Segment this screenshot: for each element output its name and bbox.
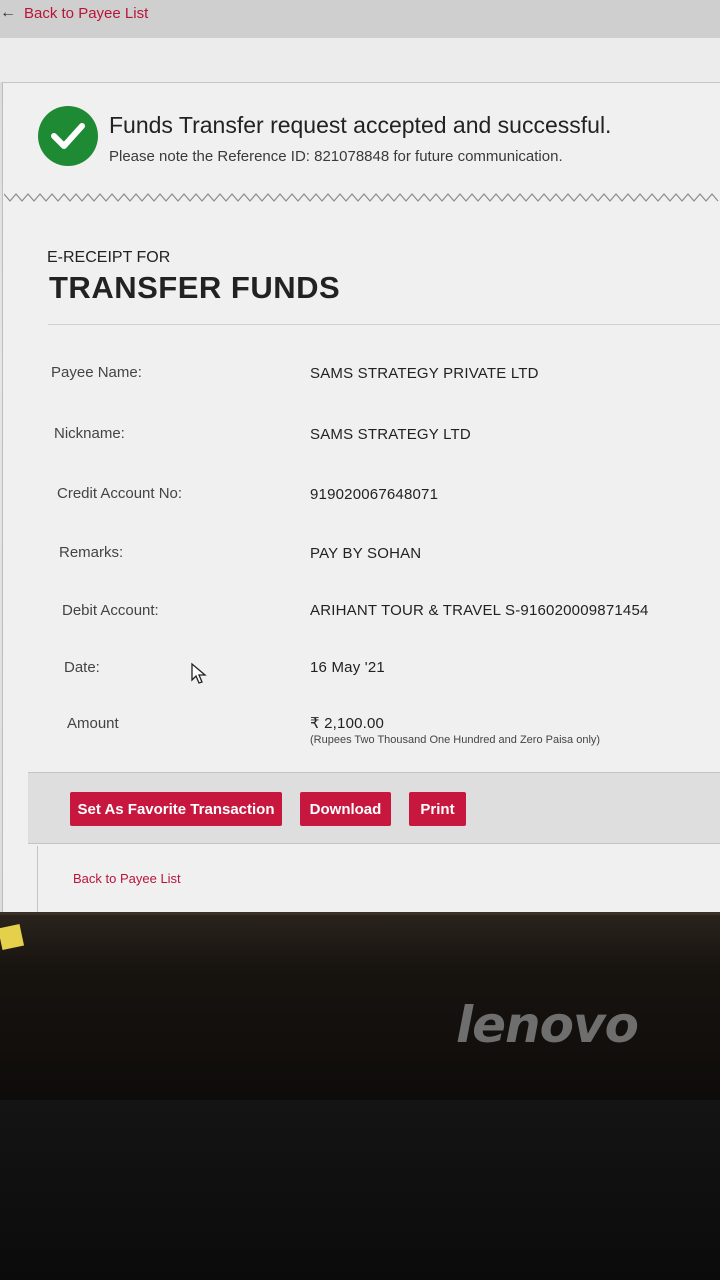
set-as-favorite-button[interactable]: Set As Favorite Transaction bbox=[70, 792, 282, 826]
monitor-brand-logo: lenovo bbox=[456, 996, 639, 1054]
success-title: Funds Transfer request accepted and succ… bbox=[109, 112, 612, 138]
date-label: Date: bbox=[64, 659, 100, 676]
heading-divider bbox=[48, 324, 720, 325]
check-circle-icon bbox=[38, 106, 98, 166]
nickname-label: Nickname: bbox=[54, 425, 125, 442]
credit-account-label: Credit Account No: bbox=[57, 485, 183, 502]
sticky-note bbox=[0, 923, 25, 951]
print-button[interactable]: Print bbox=[409, 792, 466, 826]
footer-border bbox=[37, 846, 38, 912]
nickname-value: SAMS STRATEGY LTD bbox=[310, 426, 471, 443]
desk-surface bbox=[0, 1100, 720, 1280]
amount-value: ₹ 2,100.00 bbox=[310, 715, 385, 732]
back-to-payee-list-link-bottom[interactable]: Back to Payee List bbox=[73, 871, 181, 886]
mouse-pointer-icon bbox=[191, 662, 207, 684]
remarks-value: PAY BY SOHAN bbox=[310, 545, 422, 562]
amount-label: Amount bbox=[67, 715, 119, 732]
zigzag-divider bbox=[4, 193, 719, 202]
header-band bbox=[0, 38, 720, 82]
arrow-left-icon: ← bbox=[0, 4, 16, 21]
download-button[interactable]: Download bbox=[300, 792, 391, 826]
remarks-label: Remarks: bbox=[59, 544, 124, 561]
debit-account-value: ARIHANT TOUR & TRAVEL S-916020009871454 bbox=[310, 602, 649, 619]
amount-in-words: (Rupees Two Thousand One Hundred and Zer… bbox=[310, 734, 601, 746]
browser-screen: ← Back to Payee List Funds Transfer requ… bbox=[0, 0, 720, 915]
back-link-label: Back to Payee List bbox=[24, 4, 149, 22]
action-bar: Set As Favorite Transaction Download Pri… bbox=[28, 772, 720, 844]
credit-account-value: 919020067648071 bbox=[310, 486, 439, 503]
payee-name-label: Payee Name: bbox=[51, 364, 142, 381]
payee-name-value: SAMS STRATEGY PRIVATE LTD bbox=[310, 365, 539, 382]
debit-account-label: Debit Account: bbox=[62, 602, 159, 619]
receipt-heading-large: TRANSFER FUNDS bbox=[49, 270, 341, 305]
date-value: 16 May '21 bbox=[310, 659, 385, 676]
receipt-heading-small: E-RECEIPT FOR bbox=[47, 249, 171, 266]
success-message: Funds Transfer request accepted and succ… bbox=[38, 104, 720, 196]
reference-note: Please note the Reference ID: 821078848 … bbox=[109, 148, 563, 165]
back-to-payee-list-link-top[interactable]: ← Back to Payee List bbox=[0, 4, 148, 22]
